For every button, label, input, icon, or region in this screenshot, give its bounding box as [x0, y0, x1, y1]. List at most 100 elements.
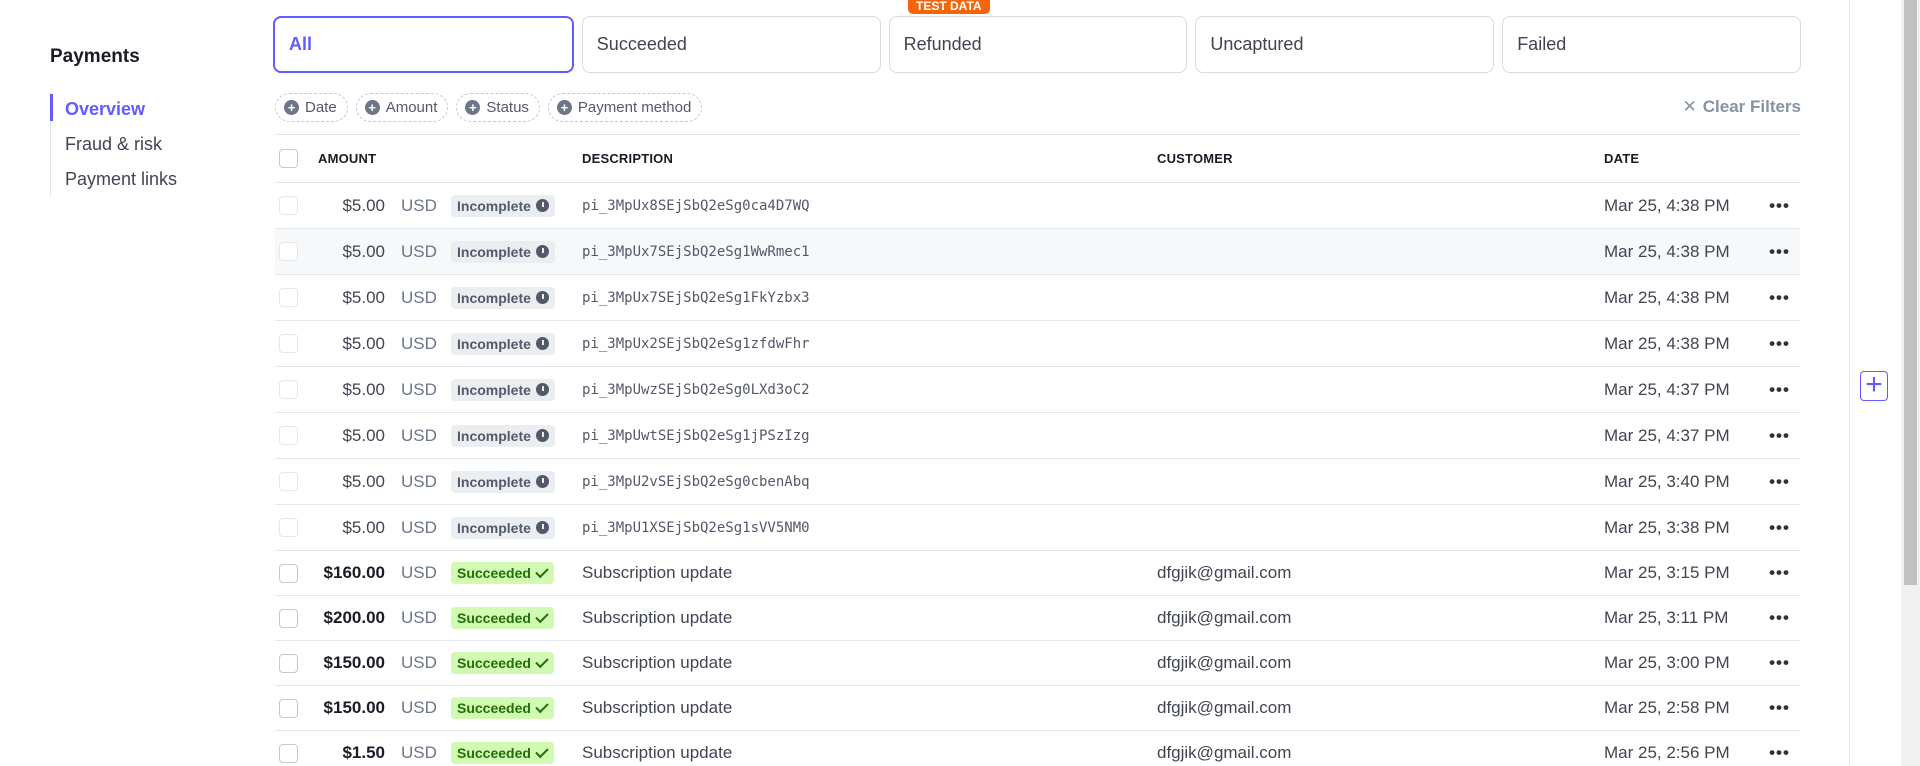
row-checkbox[interactable]: [279, 380, 298, 399]
status-badge-label: Succeeded: [457, 655, 531, 671]
row-currency: USD: [401, 517, 437, 537]
row-select-cell: [275, 426, 318, 445]
row-checkbox[interactable]: [279, 608, 298, 628]
filter-chip-label: Payment method: [577, 98, 692, 116]
row-checkbox[interactable]: [279, 563, 298, 583]
row-checkbox[interactable]: [279, 242, 298, 261]
status-badge: Succeeded: [451, 652, 554, 674]
table-row[interactable]: $5.00 USD Incomplete pi_3MpU2vSEjSbQ2eSg0cb…: [275, 459, 1800, 505]
status-badge-label: Succeeded: [457, 610, 531, 626]
table-row[interactable]: $5.00 USD Incomplete pi_3MpUwzSEjSbQ2eSg0LX…: [275, 367, 1800, 413]
more-actions-icon[interactable]: •••: [1759, 288, 1800, 308]
row-checkbox[interactable]: [279, 698, 298, 718]
more-actions-icon[interactable]: •••: [1759, 242, 1800, 262]
filter-chip-label: Amount: [385, 98, 438, 116]
row-status-cell: Incomplete: [451, 516, 582, 539]
checkmark-icon: [535, 744, 549, 759]
clock-icon: [535, 521, 549, 534]
row-select-cell: [275, 196, 318, 215]
row-select-cell: [275, 518, 318, 537]
row-date: Mar 25, 2:58 PM: [1604, 698, 1730, 717]
sidebar-item-payment-links[interactable]: Payment links: [51, 162, 240, 197]
filter-chip-amount[interactable]: + Amount: [355, 92, 449, 122]
add-panel-button[interactable]: +: [1860, 370, 1888, 401]
more-actions-icon[interactable]: •••: [1759, 472, 1800, 492]
tab-all[interactable]: All: [273, 16, 574, 73]
row-checkbox[interactable]: [279, 196, 298, 215]
row-description: pi_3MpUx2SEjSbQ2eSg1zfdwFhr: [582, 335, 810, 352]
filter-chip-payment-method[interactable]: + Payment method: [547, 92, 703, 122]
row-currency: USD: [401, 287, 437, 307]
row-amount: $5.00: [342, 425, 385, 445]
status-badge-label: Incomplete: [457, 427, 531, 444]
row-date: Mar 25, 2:56 PM: [1604, 743, 1730, 762]
table-row[interactable]: $5.00 USD Incomplete pi_3MpUx7SEjSbQ2eSg1Fk…: [275, 275, 1800, 321]
table-row[interactable]: $5.00 USD Incomplete pi_3MpUwtSEjSbQ2eSg1jP…: [275, 413, 1800, 459]
table-row[interactable]: $1.50 USD Succeeded Subscription update dfgj…: [275, 731, 1800, 766]
status-badge: Incomplete: [451, 286, 555, 309]
tab-failed[interactable]: Failed: [1502, 16, 1801, 73]
status-badge-label: Incomplete: [457, 289, 531, 306]
tab-uncaptured[interactable]: Uncaptured: [1195, 16, 1495, 73]
table-row[interactable]: $160.00 USD Succeeded Subscription update df…: [275, 551, 1800, 596]
plus-circle-icon: +: [556, 99, 572, 115]
row-amount: $5.00: [342, 379, 385, 399]
checkmark-icon: [535, 654, 549, 669]
table-row[interactable]: $200.00 USD Succeeded Subscription update df…: [275, 596, 1800, 641]
filter-chip-label: Date: [305, 98, 337, 116]
more-actions-icon[interactable]: •••: [1759, 334, 1800, 354]
row-description: pi_3MpUwtSEjSbQ2eSg1jPSzIzg: [582, 427, 810, 444]
row-checkbox[interactable]: [279, 518, 298, 537]
row-description: pi_3MpUx8SEjSbQ2eSg0ca4D7WQ: [582, 197, 810, 214]
more-actions-icon[interactable]: •••: [1759, 743, 1800, 763]
status-badge-label: Incomplete: [457, 243, 531, 260]
sidebar-item-overview[interactable]: Overview: [50, 92, 240, 127]
table-row[interactable]: $150.00 USD Succeeded Subscription update df…: [275, 686, 1800, 731]
row-amount: $5.00: [342, 241, 385, 261]
row-amount: $5.00: [342, 333, 385, 353]
payments-sidebar: Payments Overview Fraud & risk Payment l…: [50, 46, 240, 197]
table-row[interactable]: $5.00 USD Incomplete pi_3MpU1XSEjSbQ2eSg1sV…: [275, 505, 1800, 551]
filter-chip-status[interactable]: + Status: [456, 92, 540, 122]
row-status-cell: Incomplete: [451, 332, 582, 355]
row-amount: $5.00: [342, 471, 385, 491]
row-checkbox[interactable]: [279, 472, 298, 491]
row-checkbox[interactable]: [279, 334, 298, 353]
more-actions-icon[interactable]: •••: [1759, 518, 1800, 538]
tab-succeeded[interactable]: Succeeded: [581, 16, 881, 73]
more-actions-icon[interactable]: •••: [1759, 563, 1800, 583]
row-amount: $200.00: [323, 608, 385, 627]
table-row[interactable]: $150.00 USD Succeeded Subscription update df…: [275, 641, 1800, 686]
more-actions-icon[interactable]: •••: [1759, 380, 1800, 400]
row-checkbox[interactable]: [279, 653, 298, 673]
more-actions-icon[interactable]: •••: [1759, 698, 1800, 718]
row-description: pi_3MpUwzSEjSbQ2eSg0LXd3oC2: [582, 381, 810, 398]
table-row[interactable]: $5.00 USD Incomplete pi_3MpUx7SEjSbQ2eSg1Ww…: [275, 229, 1800, 275]
row-checkbox[interactable]: [279, 288, 298, 307]
table-row[interactable]: $5.00 USD Incomplete pi_3MpUx8SEjSbQ2eSg0ca…: [275, 183, 1800, 229]
scrollbar-thumb[interactable]: [1904, 0, 1917, 585]
status-badge-label: Incomplete: [457, 381, 531, 398]
row-checkbox[interactable]: [279, 426, 298, 445]
row-status-cell: Incomplete: [451, 424, 582, 447]
header-description: DESCRIPTION: [582, 151, 674, 166]
table-row[interactable]: $5.00 USD Incomplete pi_3MpUx2SEjSbQ2eSg1zf…: [275, 321, 1800, 367]
row-currency: USD: [401, 379, 437, 399]
more-actions-icon[interactable]: •••: [1759, 426, 1800, 446]
row-amount: $1.50: [342, 743, 385, 762]
clock-icon: [535, 199, 549, 212]
more-actions-icon[interactable]: •••: [1759, 608, 1800, 628]
filter-chip-date[interactable]: + Date: [275, 92, 348, 122]
clear-filters-button[interactable]: ✕ Clear Filters: [1682, 97, 1801, 117]
clock-icon: [535, 475, 549, 488]
row-select-cell: [275, 653, 318, 673]
row-date: Mar 25, 4:37 PM: [1604, 379, 1730, 399]
sidebar-item-fraud-risk[interactable]: Fraud & risk: [51, 127, 240, 162]
tab-refunded[interactable]: Refunded: [888, 16, 1188, 73]
more-actions-icon[interactable]: •••: [1759, 196, 1800, 216]
plus-circle-icon: +: [465, 99, 481, 115]
select-all-checkbox[interactable]: [279, 149, 298, 168]
row-amount: $5.00: [342, 195, 385, 215]
row-checkbox[interactable]: [279, 743, 298, 763]
more-actions-icon[interactable]: •••: [1759, 653, 1800, 673]
